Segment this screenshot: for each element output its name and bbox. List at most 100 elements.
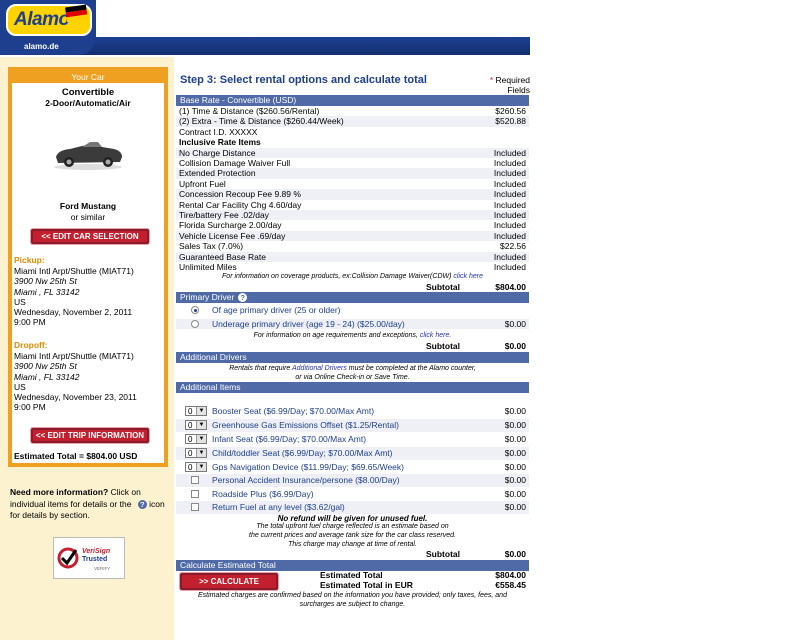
dropoff-country: US (14, 381, 26, 392)
coverage-note: For information on coverage products, ex… (176, 273, 529, 280)
inclusive-item-label[interactable]: Rental Car Facility Chg 4.60/day (179, 200, 301, 210)
chevron-down-icon[interactable]: ▼ (196, 407, 206, 415)
inclusive-item-value: Included (493, 210, 526, 220)
inclusive-item-label[interactable]: Florida Surcharge 2.00/day (179, 220, 282, 230)
additional-item-label[interactable]: Return Fuel at any level ($3.62/gal) (212, 501, 345, 514)
estimated-total-label: Estimated Total (320, 570, 383, 580)
driver-option-row[interactable]: Underage primary driver (age 19 - 24) ($… (176, 319, 529, 330)
pickup-date: Wednesday, November 2, 2011 (14, 307, 133, 318)
radio-of-age-driver[interactable] (191, 306, 199, 314)
fields-label: Fields (507, 85, 530, 95)
inclusive-item-label[interactable]: Extended Protection (179, 168, 256, 178)
your-car-content: Convertible 2-Door/Automatic/Air Ford Mu… (12, 83, 164, 463)
inclusive-item-label[interactable]: Guaranteed Base Rate (179, 252, 266, 262)
additional-item-label[interactable]: Personal Accident Insurance/persone ($8.… (212, 474, 400, 487)
inclusive-item-label[interactable]: Upfront Fuel (179, 179, 226, 189)
chevron-down-icon[interactable]: ▼ (196, 463, 206, 471)
additional-drivers-note: Rentals that require Additional Drivers … (176, 365, 529, 372)
refund-note: No refund will be given for unused fuel. (277, 514, 428, 523)
rate-row: Collision Damage Waiver Full Included (176, 158, 529, 168)
item-checkbox[interactable] (191, 503, 199, 511)
quantity-select[interactable]: 0 ▼ (185, 448, 207, 458)
inclusive-item-value: Included (493, 220, 526, 231)
quantity-select[interactable]: 0 ▼ (185, 434, 207, 444)
rate-row: (1) Time & Distance ($260.56/Rental) $260… (176, 106, 529, 116)
quantity-select[interactable]: 0 ▼ (185, 420, 207, 430)
your-car-title: Your Car (71, 72, 105, 82)
additional-item-value: $0.00 (504, 406, 526, 416)
inclusive-item-label[interactable]: Concession Recoup Fee 9.89 % (179, 189, 301, 199)
additional-drivers-header: Additional Drivers (176, 352, 529, 363)
item-checkbox[interactable] (191, 489, 199, 498)
rate-row: Extended Protection Included (176, 168, 529, 179)
car-description: 2-Door/Automatic/Air (45, 98, 131, 108)
additional-item-label[interactable]: Booster Seat ($6.99/Day; $70.00/Max Amt) (212, 405, 374, 418)
rate-row: Vehicle License Fee .69/day Included (176, 230, 529, 242)
pickup-street: 3900 Nw 25th St (14, 276, 77, 287)
pickup-label: Pickup: (14, 255, 45, 265)
rate-row: Rental Car Facility Chg 4.60/day Included (176, 200, 529, 210)
estimated-eur-label: Estimated Total in EUR (320, 580, 413, 590)
primary-driver-title: Primary Driver (180, 292, 235, 302)
dropoff-city: Miami , FL 33142 (14, 371, 80, 382)
coverage-info-link[interactable]: click here (453, 273, 483, 280)
inclusive-item-value: Included (493, 158, 526, 168)
additional-item-value: $0.00 (504, 434, 526, 444)
need-info-text-2: individual items for details or the (10, 498, 132, 509)
rate-row: Unlimited Miles Included (176, 262, 529, 272)
step-title: Step 3: Select rental options and calcul… (180, 74, 427, 86)
additional-item-label[interactable]: Child/toddler Seat ($6.99/Day; $70.00/Ma… (212, 447, 392, 460)
driver-option-label: Of age primary driver (25 or older) (212, 305, 341, 315)
add-drivers-note-text-1: Rentals that require (229, 365, 291, 372)
inclusive-item-label[interactable]: No Charge Distance (179, 148, 256, 158)
quantity-select[interactable]: 0 ▼ (185, 462, 207, 472)
additional-drivers-link[interactable]: Additional Drivers (292, 365, 347, 372)
rate-row: Inclusive Rate Items (176, 137, 529, 147)
need-info-heading: Need more information? (10, 487, 109, 497)
driver-option-value: $0.00 (504, 319, 526, 329)
need-info-text-3: icon (149, 498, 165, 509)
additional-item-label[interactable]: Greenhouse Gas Emissions Offset ($1.25/R… (212, 419, 399, 432)
pickup-location: Miami Intl Arpt/Shuttle (MIAT71) (14, 266, 134, 276)
estimated-total-row: Estimated Total $804.00 (176, 570, 529, 580)
inclusive-items-heading: Inclusive Rate Items (179, 137, 261, 148)
add-drivers-note-text-3: or via Online Check-in or Save Time. (295, 374, 410, 381)
inclusive-item-label[interactable]: Collision Damage Waiver Full (179, 158, 290, 168)
edit-trip-information-button[interactable]: << EDIT TRIP INFORMATION (31, 428, 149, 443)
rate-row: Sales Tax (7.0%) $22.56 (176, 241, 529, 251)
rate-row: Contract I.D. XXXXX (176, 127, 529, 137)
fuel-note-1: The total upfront fuel charge reflected … (256, 523, 449, 530)
age-info-link[interactable]: click here. (420, 332, 452, 339)
inclusive-item-label[interactable]: Tire/battery Fee .02/day (179, 210, 269, 220)
additional-item-row: Roadside Plus ($6.99/Day) $0.00 (176, 488, 529, 501)
inclusive-item-value: Included (493, 168, 526, 179)
quantity-select[interactable]: 0 ▼ (185, 406, 207, 416)
additional-item-label[interactable]: Gps Navigation Device ($11.99/Day; $69.6… (212, 461, 404, 474)
sidebar-estimated-total: Estimated Total = $804.00 USD (14, 451, 138, 461)
dropoff-time: 9:00 PM (14, 402, 46, 413)
radio-underage-driver[interactable] (191, 320, 199, 328)
chevron-down-icon[interactable]: ▼ (196, 449, 206, 457)
additional-item-value: $0.00 (504, 502, 526, 512)
edit-car-selection-button[interactable]: << EDIT CAR SELECTION (31, 229, 149, 244)
inclusive-item-label[interactable]: Sales Tax (7.0%) (179, 241, 243, 251)
additional-item-value: $0.00 (504, 475, 526, 485)
item-checkbox[interactable] (191, 476, 199, 484)
additional-item-label[interactable]: Roadside Plus ($6.99/Day) (212, 488, 314, 501)
chevron-down-icon[interactable]: ▼ (196, 421, 206, 429)
primary-driver-help-icon[interactable]: ? (238, 293, 248, 302)
dropoff-details: Miami Intl Arpt/Shuttle (MIAT71) 3900 Nw… (14, 351, 164, 413)
logo-text: Alamo (14, 9, 70, 30)
inclusive-item-label[interactable]: Unlimited Miles (179, 262, 237, 272)
verisign-badge[interactable]: VeriSign Trusted VERIFY (53, 537, 125, 579)
footer-note-2: surcharges are subject to change. (299, 601, 406, 608)
sidebar: Your Car Convertible 2-Door/Automatic/Ai… (0, 57, 174, 640)
additional-item-label[interactable]: Infant Seat ($6.99/Day; $70.00/Max Amt) (212, 433, 366, 446)
pickup-country: US (14, 296, 26, 307)
rate-row: Florida Surcharge 2.00/day Included (176, 220, 529, 230)
chevron-down-icon[interactable]: ▼ (196, 435, 206, 443)
driver-option-row[interactable]: Of age primary driver (25 or older) (176, 305, 529, 315)
rate-label: (1) Time & Distance ($260.56/Rental) (179, 106, 320, 116)
additional-item-row: Personal Accident Insurance/persone ($8.… (176, 474, 529, 487)
inclusive-item-label[interactable]: Vehicle License Fee .69/day (179, 231, 285, 241)
